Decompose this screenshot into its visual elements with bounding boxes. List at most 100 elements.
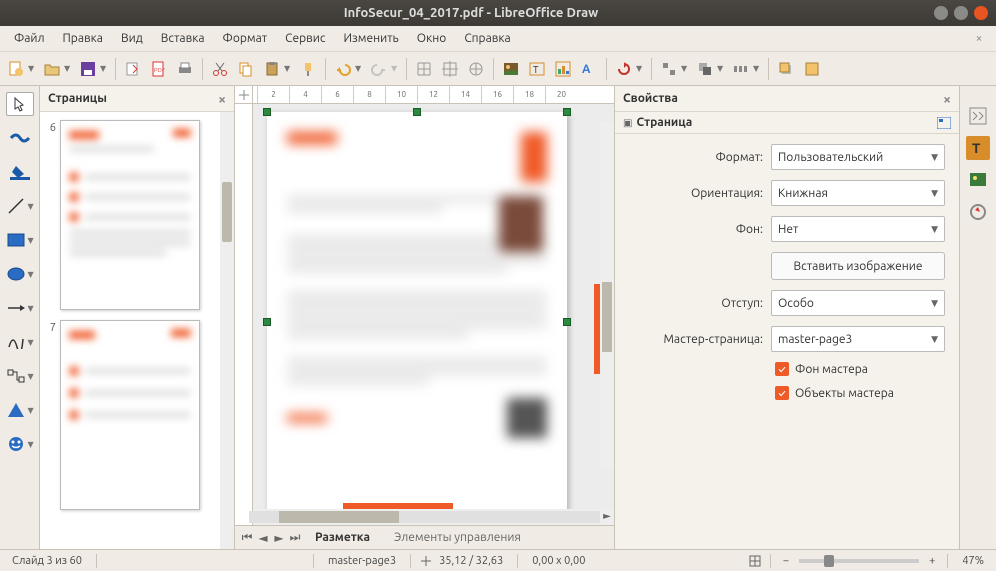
tab-prev-icon[interactable]: ◄ <box>255 531 271 545</box>
horizontal-scrollbar[interactable]: ◄ ► <box>235 509 614 525</box>
insert-chart-button[interactable] <box>551 57 575 81</box>
dropdown-arrow-icon[interactable]: ▼ <box>391 64 399 73</box>
section-page-header[interactable]: ▣ Страница <box>615 112 959 134</box>
ellipse-tool[interactable] <box>2 262 30 286</box>
gallery-tab-icon[interactable] <box>966 168 990 192</box>
menu-insert[interactable]: Вставка <box>153 29 213 48</box>
select-tool[interactable] <box>6 92 34 116</box>
menu-window[interactable]: Окно <box>409 29 455 48</box>
menu-edit[interactable]: Правка <box>55 29 111 48</box>
menu-file[interactable]: Файл <box>6 29 53 48</box>
dropdown-arrow-icon[interactable]: ▼ <box>28 440 36 449</box>
styles-tab-icon[interactable]: T <box>966 136 990 160</box>
tab-next-icon[interactable]: ► <box>271 531 287 545</box>
navigator-tab-icon[interactable] <box>966 200 990 224</box>
status-master[interactable]: master-page3 <box>322 555 402 567</box>
tab-last-icon[interactable]: ⏭ <box>287 531 303 545</box>
zoom-out-icon[interactable]: − <box>779 555 793 567</box>
dropdown-arrow-icon[interactable]: ▼ <box>753 64 761 73</box>
page-canvas[interactable] <box>267 112 567 509</box>
fit-page-icon[interactable] <box>748 554 762 568</box>
align-button[interactable] <box>657 57 681 81</box>
dropdown-arrow-icon[interactable]: ▼ <box>636 64 644 73</box>
close-button[interactable] <box>974 6 988 20</box>
insert-image-button[interactable] <box>499 57 523 81</box>
master-page-select[interactable]: master-page3▼ <box>771 326 945 352</box>
minimize-button[interactable] <box>934 6 948 20</box>
dropdown-arrow-icon[interactable]: ▼ <box>28 270 36 279</box>
zoom-in-icon[interactable]: + <box>925 555 939 567</box>
margin-select[interactable]: Особо▼ <box>771 290 945 316</box>
shadow-button[interactable] <box>774 57 798 81</box>
pages-scrollbar[interactable] <box>220 112 234 549</box>
tab-layout[interactable]: Разметка <box>303 528 382 547</box>
master-background-checkbox[interactable]: ✓ <box>775 362 789 376</box>
snap-button[interactable] <box>438 57 462 81</box>
guides-button[interactable] <box>464 57 488 81</box>
dropdown-arrow-icon[interactable]: ▼ <box>28 406 36 415</box>
ruler-origin[interactable] <box>235 86 253 104</box>
dropdown-arrow-icon[interactable]: ▼ <box>681 64 689 73</box>
dropdown-arrow-icon[interactable]: ▼ <box>64 64 72 73</box>
print-button[interactable] <box>173 57 197 81</box>
distribute-button[interactable] <box>729 57 753 81</box>
insert-fontwork-button[interactable]: A <box>577 57 601 81</box>
pages-thumbnail-list[interactable]: 6 7 <box>40 112 234 549</box>
copy-button[interactable] <box>234 57 258 81</box>
zoom-slider[interactable] <box>799 559 919 563</box>
rectangle-tool[interactable] <box>2 228 30 252</box>
dropdown-arrow-icon[interactable]: ▼ <box>28 236 36 245</box>
tab-first-icon[interactable]: ⏮ <box>239 531 255 545</box>
rotate-button[interactable] <box>612 57 636 81</box>
dropdown-arrow-icon[interactable]: ▼ <box>28 304 36 313</box>
dropdown-arrow-icon[interactable]: ▼ <box>28 372 36 381</box>
canvas-viewport[interactable] <box>253 104 614 509</box>
export-pdf-button[interactable]: PDF <box>147 57 171 81</box>
collapse-icon[interactable]: ▣ <box>623 117 632 129</box>
cut-button[interactable] <box>208 57 232 81</box>
scroll-right-icon[interactable]: ► <box>600 510 614 524</box>
undo-button[interactable] <box>331 57 355 81</box>
tab-controls[interactable]: Элементы управления <box>382 528 533 547</box>
more-options-icon[interactable] <box>937 117 951 129</box>
dropdown-arrow-icon[interactable]: ▼ <box>28 202 36 211</box>
format-select[interactable]: Пользовательский▼ <box>771 144 945 170</box>
dropdown-arrow-icon[interactable]: ▼ <box>284 64 292 73</box>
grid-button[interactable] <box>412 57 436 81</box>
page-thumb[interactable]: 7 <box>46 320 228 510</box>
menu-tools[interactable]: Сервис <box>277 29 333 48</box>
arrow-tool[interactable] <box>2 296 30 320</box>
properties-tab-icon[interactable] <box>966 104 990 128</box>
save-button[interactable] <box>76 57 100 81</box>
insert-image-button[interactable]: Вставить изображение <box>771 252 945 280</box>
redo-button[interactable] <box>367 57 391 81</box>
close-icon[interactable]: × <box>943 91 951 107</box>
clone-format-button[interactable] <box>296 57 320 81</box>
vertical-scrollbar[interactable] <box>600 122 614 469</box>
menu-format[interactable]: Формат <box>215 29 276 48</box>
master-objects-checkbox[interactable]: ✓ <box>775 386 789 400</box>
status-zoom[interactable]: 47% <box>956 555 990 567</box>
curve-tool[interactable] <box>2 330 30 354</box>
menu-help[interactable]: Справка <box>456 29 518 48</box>
orientation-select[interactable]: Книжная▼ <box>771 180 945 206</box>
crop-button[interactable] <box>800 57 824 81</box>
connector-tool[interactable] <box>2 364 30 388</box>
open-button[interactable] <box>40 57 64 81</box>
paste-button[interactable] <box>260 57 284 81</box>
arrange-button[interactable] <box>693 57 717 81</box>
export-button[interactable] <box>121 57 145 81</box>
background-select[interactable]: Нет▼ <box>771 216 945 242</box>
page-thumb[interactable]: 6 <box>46 120 228 310</box>
basic-shapes-tool[interactable] <box>2 398 30 422</box>
dropdown-arrow-icon[interactable]: ▼ <box>28 338 36 347</box>
menu-modify[interactable]: Изменить <box>335 29 406 48</box>
maximize-button[interactable] <box>954 6 968 20</box>
fill-color-tool[interactable] <box>6 160 34 184</box>
line-color-tool[interactable] <box>6 126 34 150</box>
horizontal-ruler[interactable]: 2468101214161820 <box>235 86 614 104</box>
dropdown-arrow-icon[interactable]: ▼ <box>717 64 725 73</box>
insert-textbox-button[interactable]: T <box>525 57 549 81</box>
new-doc-button[interactable] <box>4 57 28 81</box>
symbol-shapes-tool[interactable] <box>2 432 30 456</box>
